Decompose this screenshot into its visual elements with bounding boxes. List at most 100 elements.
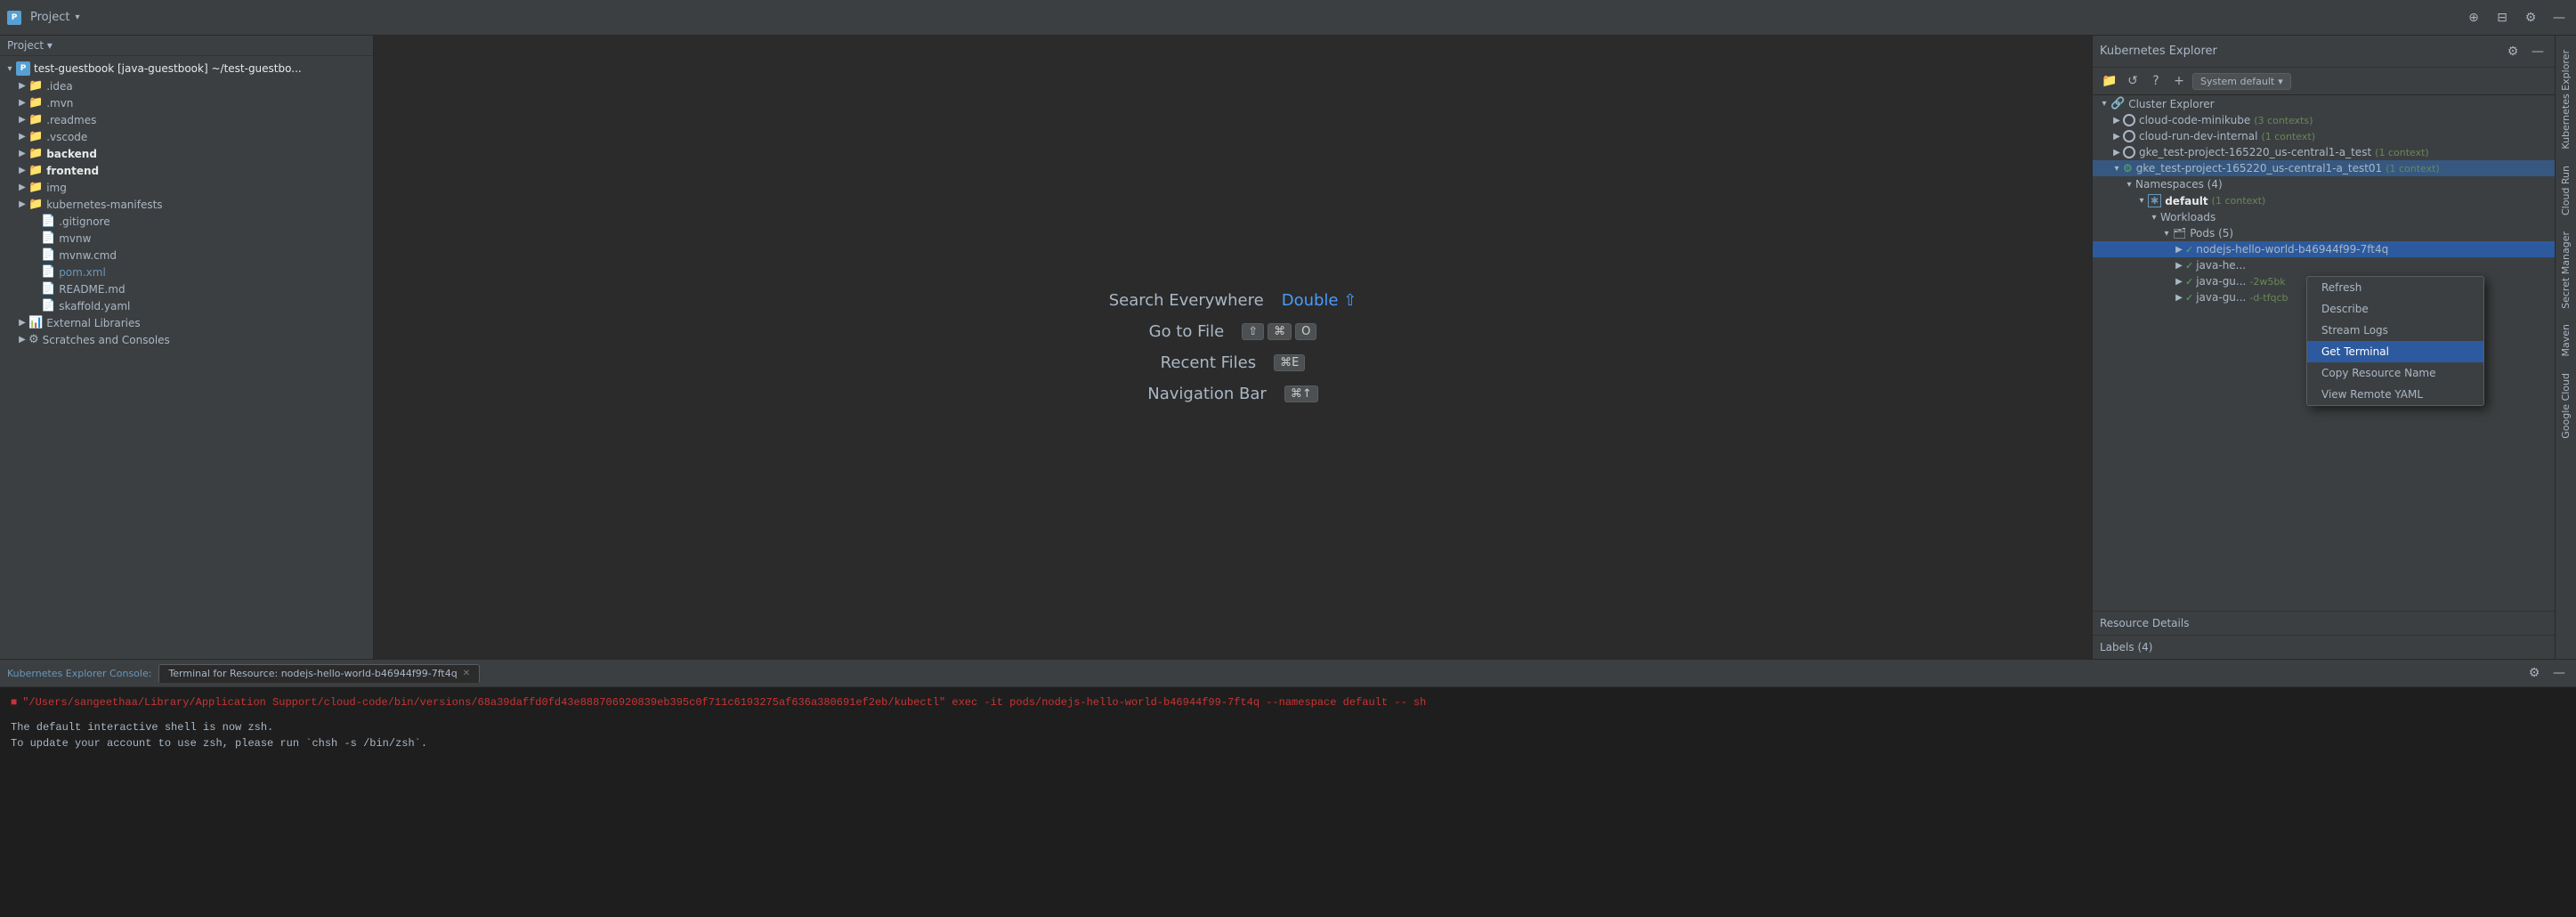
minikube-circle [2123,114,2135,126]
recent-files-label: Recent Files [1161,353,1256,372]
tree-item-mvnw[interactable]: ▶ 📄 mvnw [0,230,373,247]
minikube-chevron: ▶ [2110,114,2123,126]
ctx-get-terminal-label: Get Terminal [2321,345,2389,358]
tree-item-vscode[interactable]: ▶ 📁 .vscode [0,128,373,145]
tree-item-mvnw-cmd[interactable]: ▶ 📄 mvnw.cmd [0,247,373,264]
labels-label: Labels (4) [2100,641,2152,653]
k8s-title: Kubernetes Explorer [2100,45,2498,58]
k8s-add-btn[interactable]: + [2169,71,2189,91]
k8s-default-ns[interactable]: ▾ ✱ default (1 context) [2093,192,2555,209]
dropdown-chevron: ▾ [2278,76,2283,87]
ctx-refresh[interactable]: Refresh [2307,277,2483,298]
shift-key: ⇧ [1242,323,1264,340]
k8s-minikube[interactable]: ▶ cloud-code-minikube (3 contexts) [2093,112,2555,128]
terminal-tab[interactable]: Terminal for Resource: nodejs-hello-worl… [158,664,480,683]
k8s-cluster-explorer[interactable]: ▾ 🔗 Cluster Explorer [2093,95,2555,112]
nav-bar-row: Navigation Bar ⌘↑ [1147,385,1318,403]
bottom-toolbar: Kubernetes Explorer Console: Terminal fo… [0,660,2576,687]
default-ns-chevron: ▾ [2135,195,2148,207]
goto-file-label: Go to File [1149,322,1225,341]
tree-item-pom[interactable]: ▶ 📄 pom.xml [0,264,373,280]
goto-file-shortcut: ⇧ ⌘ O [1242,323,1316,340]
ctx-get-terminal[interactable]: Get Terminal [2307,341,2483,362]
k8s-workloads[interactable]: ▾ Workloads [2093,209,2555,225]
k8s-manifests-chevron: ▶ [16,199,28,211]
cluster-chevron: ▾ [2098,98,2110,110]
project-dropdown-icon[interactable]: ▾ [75,12,79,22]
k8s-pod-java1[interactable]: ▶ ✓ java-he... [2093,257,2555,273]
search-everywhere-row: Search Everywhere Double ⇧ [1109,291,1357,310]
frontend-chevron: ▶ [16,165,28,177]
ctx-stream-logs[interactable]: Stream Logs [2307,320,2483,341]
pom-icon: 📄 [41,265,55,279]
side-tab-cloud-run[interactable]: Cloud Run [2556,158,2575,223]
k8s-help-btn[interactable]: ? [2146,71,2166,91]
side-tab-secret-manager[interactable]: Secret Manager [2556,224,2575,316]
pod-java2-suffix: -2w5bk [2249,276,2285,288]
ctx-view-yaml[interactable]: View Remote YAML [2307,384,2483,405]
pods-label: Pods (5) [2190,227,2233,239]
cmd-key: ⌘ [1268,323,1292,340]
k8s-gke-test[interactable]: ▶ gke_test-project-165220_us-central1-a_… [2093,144,2555,160]
pod-java1-label: java-he... [2196,259,2246,272]
tree-item-gitignore[interactable]: ▶ 📄 .gitignore [0,213,373,230]
k8s-pod-nodejs[interactable]: ▶ ✓ nodejs-hello-world-b46944f99-7ft4q [2093,241,2555,257]
pom-label: pom.xml [59,266,106,279]
tree-item-img[interactable]: ▶ 📁 img [0,179,373,196]
cmd-up-key: ⌘↑ [1284,385,1318,402]
k8s-pods[interactable]: ▾ 🗂 Pods (5) [2093,225,2555,241]
terminal-tab-label: Terminal for Resource: nodejs-hello-worl… [168,668,457,679]
k8s-cloud-run[interactable]: ▶ cloud-run-dev-internal (1 context) [2093,128,2555,144]
tree-item-k8s-manifests[interactable]: ▶ 📁 kubernetes-manifests [0,196,373,213]
tree-item-external-libs[interactable]: ▶ 📊 External Libraries [0,314,373,331]
o-key: O [1295,323,1316,340]
k8s-refresh-btn[interactable]: ↺ [2123,71,2143,91]
tree-item-scratches[interactable]: ▶ ⚙ Scratches and Consoles [0,331,373,348]
tree-item-readmes[interactable]: ▶ 📁 .readmes [0,111,373,128]
k8s-title-bar: Kubernetes Explorer ⚙ — [2093,36,2555,68]
side-tab-maven[interactable]: Maven [2556,317,2575,363]
pod-java2-chevron: ▶ [2173,275,2185,288]
gke-test01-label: gke_test-project-165220_us-central1-a_te… [2136,162,2382,174]
pods-chevron: ▾ [2160,227,2173,239]
collapse-icon-btn[interactable]: ⊟ [2492,8,2512,28]
bottom-settings-btn[interactable]: ⚙ [2524,663,2544,683]
ctx-copy-name[interactable]: Copy Resource Name [2307,362,2483,384]
settings-icon-btn[interactable]: ⚙ [2521,8,2540,28]
pod-java2-check: ✓ [2185,276,2193,288]
panel-title-bar: Project ▾ [0,36,373,56]
add-icon-btn[interactable]: ⊕ [2464,8,2483,28]
tree-item-mvn[interactable]: ▶ 📁 .mvn [0,94,373,111]
ctx-stream-logs-label: Stream Logs [2321,324,2388,337]
k8s-folder-btn[interactable]: 📁 [2100,71,2119,91]
mvnw-file-icon: 📄 [41,231,55,245]
ctx-copy-name-label: Copy Resource Name [2321,367,2436,379]
k8s-minimize-btn[interactable]: — [2528,42,2548,61]
tree-item-idea[interactable]: ▶ 📁 .idea [0,77,373,94]
side-tab-k8s[interactable]: Kubernetes Explorer [2556,43,2575,157]
tree-root[interactable]: ▾ P test-guestbook [java-guestbook] ~/te… [0,60,373,77]
k8s-system-default-dropdown[interactable]: System default ▾ [2192,73,2291,90]
frontend-icon: 📁 [28,164,43,177]
k8s-settings-btn[interactable]: ⚙ [2503,42,2523,61]
ctx-describe[interactable]: Describe [2307,298,2483,320]
k8s-manifests-label: kubernetes-manifests [46,199,162,211]
tree-item-skaffold[interactable]: ▶ 📄 skaffold.yaml [0,297,373,314]
default-ns-label: default [2165,195,2207,207]
img-label: img [46,182,67,194]
side-tab-google-cloud[interactable]: Google Cloud [2556,366,2575,446]
idea-label: .idea [46,80,73,93]
labels-section: Labels (4) [2093,635,2555,659]
pod-nodejs-check: ✓ [2185,244,2193,256]
tree-item-frontend[interactable]: ▶ 📁 frontend [0,162,373,179]
k8s-namespaces[interactable]: ▾ Namespaces (4) [2093,176,2555,192]
terminal-tab-close[interactable]: ✕ [463,669,470,678]
tree-item-backend[interactable]: ▶ 📁 backend [0,145,373,162]
gke-test-chevron: ▶ [2110,146,2123,158]
tree-item-readme[interactable]: ▶ 📄 README.md [0,280,373,297]
k8s-gke-test01[interactable]: ▾ ⚙ gke_test-project-165220_us-central1-… [2093,160,2555,176]
cloud-run-count: (1 context) [2261,131,2315,142]
idea-chevron: ▶ [16,80,28,93]
bottom-minimize-btn[interactable]: — [2549,663,2569,683]
minimize-icon-btn[interactable]: — [2549,8,2569,28]
